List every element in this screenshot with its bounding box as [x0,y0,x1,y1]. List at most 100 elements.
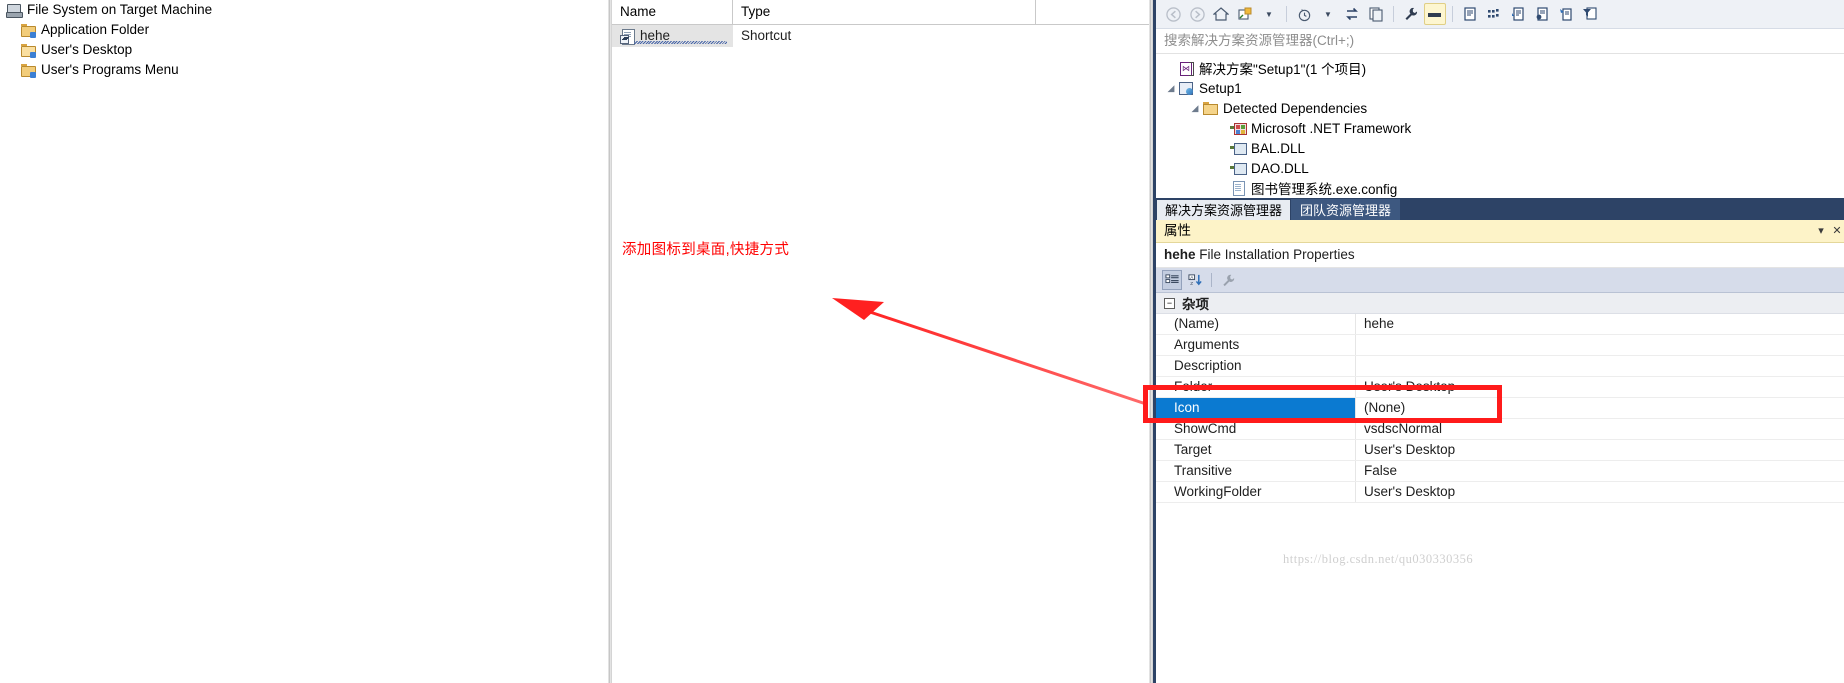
collapse-all-icon[interactable] [1365,3,1387,25]
toolbar-separator [1452,6,1453,22]
properties-object-type: File Installation Properties [1199,247,1355,262]
toolbar-separator [1393,6,1394,22]
solution-explorer-toolbar: ▼ ▼ [1156,0,1844,29]
filter-icon[interactable] [1579,3,1601,25]
properties-category-misc[interactable]: − 杂项 [1156,293,1844,314]
property-value[interactable]: User's Desktop [1356,482,1844,502]
property-value[interactable] [1356,335,1844,355]
new-folder-dropdown-icon[interactable]: ▼ [1258,3,1280,25]
list-item-name-cell[interactable]: hehe [612,25,733,47]
node-dao-dll[interactable]: DAO.DLL [1156,158,1844,178]
fs-tree-node-users-programs-menu[interactable]: User's Programs Menu [0,60,611,80]
folder-icon [20,62,36,78]
chevron-expanded-icon[interactable]: ◢ [1164,83,1178,94]
view-designer-icon[interactable] [1531,3,1553,25]
property-row-transitive[interactable]: Transitive False [1156,461,1844,482]
property-row-name[interactable]: (Name) hehe [1156,314,1844,335]
property-value[interactable]: hehe [1356,314,1844,334]
categorized-view-icon[interactable] [1162,270,1182,290]
fs-tree-node-users-desktop[interactable]: User's Desktop [0,40,611,60]
property-row-arguments[interactable]: Arguments [1156,335,1844,356]
solution-node[interactable]: ⋈ 解决方案"Setup1"(1 个项目) [1156,58,1844,78]
preview-selected-items-icon[interactable] [1424,3,1446,25]
properties-close-icon[interactable]: ✕ [1829,220,1844,242]
sync-icon[interactable] [1341,3,1363,25]
list-item-type: Shortcut [741,28,792,43]
refresh-icon[interactable] [1483,3,1505,25]
assembly-icon [1230,140,1247,156]
property-pages-wrench-icon[interactable] [1218,270,1238,290]
solution-explorer-tabstrip: 解决方案资源管理器 团队资源管理器 [1156,198,1844,220]
file-system-tree-pane: File System on Target Machine Applicatio… [0,0,612,683]
node-bal-dll[interactable]: BAL.DLL [1156,138,1844,158]
chevron-expanded-icon[interactable]: ◢ [1188,103,1202,114]
properties-wrench-icon[interactable] [1400,3,1422,25]
property-name: Arguments [1156,335,1356,355]
node-detected-dependencies[interactable]: ◢ Detected Dependencies [1156,98,1844,118]
spelling-squiggle [634,41,727,44]
solution-explorer-search-input[interactable]: 搜索解决方案资源管理器(Ctrl+;) [1156,29,1844,54]
alphabetical-sort-icon[interactable]: AZ [1185,270,1205,290]
property-row-icon[interactable]: Icon (None) [1156,398,1844,419]
property-row-workingfolder[interactable]: WorkingFolder User's Desktop [1156,482,1844,503]
home-icon[interactable] [1210,3,1232,25]
properties-object-header: hehe File Installation Properties [1156,243,1844,268]
node-label: DAO.DLL [1251,160,1309,176]
node-label: Microsoft .NET Framework [1251,120,1412,136]
property-row-description[interactable]: Description [1156,356,1844,377]
tab-team-explorer[interactable]: 团队资源管理器 [1291,199,1401,220]
new-folder-icon[interactable] [1234,3,1256,25]
property-name: Transitive [1156,461,1356,481]
watermark-text: https://blog.csdn.net/qu030330356 [1283,552,1474,566]
fs-node-label: File System on Target Machine [27,2,213,17]
property-value[interactable]: User's Desktop [1356,440,1844,460]
file-editor-icon[interactable] [1555,3,1577,25]
list-header: Name Type [612,0,1152,25]
node-label: 图书管理系统.exe.config [1251,182,1398,197]
property-value[interactable]: (None) [1356,398,1844,418]
fs-tree-node-application-folder[interactable]: Application Folder [0,20,611,40]
solution-icon: ⋈ [1178,60,1194,76]
property-row-showcmd[interactable]: ShowCmd vsdscNormal [1156,419,1844,440]
pending-changes-dropdown-icon[interactable]: ▼ [1317,3,1339,25]
property-name: Description [1156,356,1356,376]
back-icon[interactable] [1162,3,1184,25]
collapse-category-icon[interactable]: − [1164,297,1175,309]
project-node-setup1[interactable]: ◢ Setup1 [1156,78,1844,98]
forward-icon[interactable] [1186,3,1208,25]
fs-tree-node-root[interactable]: File System on Target Machine [0,0,611,20]
pane-splitter[interactable] [608,0,611,683]
properties-dropdown-icon[interactable]: ▾ [1813,220,1829,242]
node-label: BAL.DLL [1251,140,1306,156]
project-node-label: Setup1 [1199,80,1242,96]
property-row-folder[interactable]: Folder User's Desktop [1156,377,1844,398]
property-name: Folder [1156,377,1356,397]
property-value[interactable]: vsdscNormal [1356,419,1844,439]
setup-project-icon [1178,80,1194,96]
column-header-name[interactable]: Name [612,0,733,24]
category-label: 杂项 [1182,297,1209,312]
node-exe-config[interactable]: 图书管理系统.exe.config [1156,178,1844,198]
property-value[interactable]: User's Desktop [1356,377,1844,397]
column-header-type[interactable]: Type [733,0,1036,24]
property-name: ShowCmd [1156,419,1356,439]
list-item[interactable]: hehe Shortcut [612,25,1152,47]
fs-node-label: User's Desktop [41,42,133,57]
properties-window: 属性 ▾ ✕ hehe File Installation Properties… [1156,220,1844,503]
view-code-icon[interactable] [1507,3,1529,25]
properties-title-label: 属性 [1164,223,1191,238]
pane-splitter-right[interactable] [1149,0,1152,683]
pending-changes-icon[interactable] [1293,3,1315,25]
assembly-net-icon [1230,120,1247,136]
property-row-target[interactable]: Target User's Desktop [1156,440,1844,461]
property-value[interactable] [1356,356,1844,376]
property-name: Target [1156,440,1356,460]
toolbar-separator [1211,273,1212,287]
solution-explorer-tree: ⋈ 解决方案"Setup1"(1 个项目) ◢ Setup1 ◢ Detecte… [1156,54,1844,198]
tab-solution-explorer[interactable]: 解决方案资源管理器 [1156,199,1292,220]
property-value[interactable]: False [1356,461,1844,481]
node-microsoft-net-framework[interactable]: Microsoft .NET Framework [1156,118,1844,138]
show-all-files-icon[interactable] [1459,3,1481,25]
properties-title-bar: 属性 ▾ ✕ [1156,220,1844,243]
list-rows: hehe Shortcut [612,25,1152,47]
